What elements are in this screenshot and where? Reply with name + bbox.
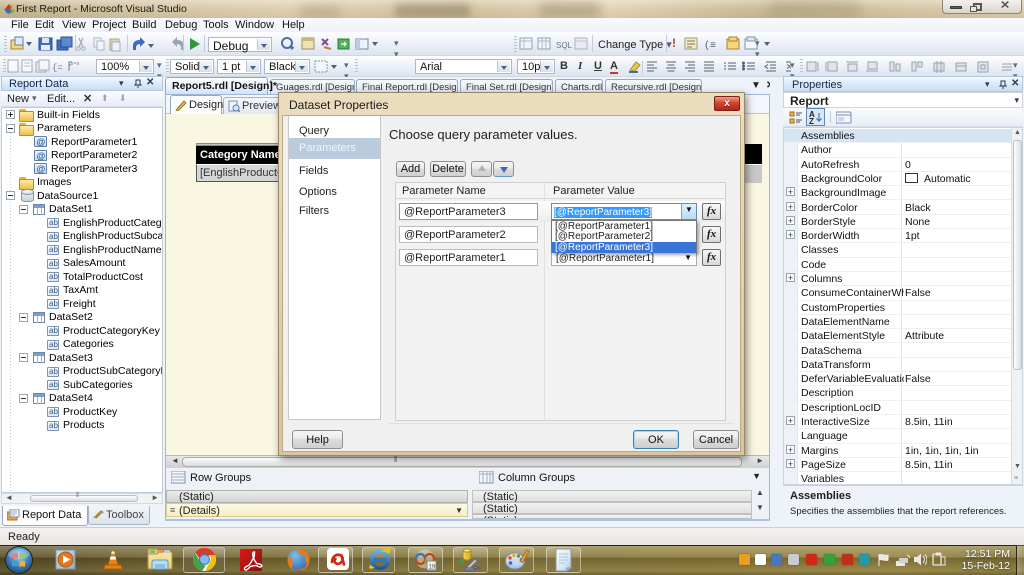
svg-text:{=: {= [52, 63, 63, 73]
svg-text:(≡: (≡ [704, 40, 716, 52]
svg-text:Z: Z [809, 117, 814, 124]
svg-text:SQL: SQL [556, 41, 573, 50]
svg-text:19: 19 [429, 565, 436, 571]
